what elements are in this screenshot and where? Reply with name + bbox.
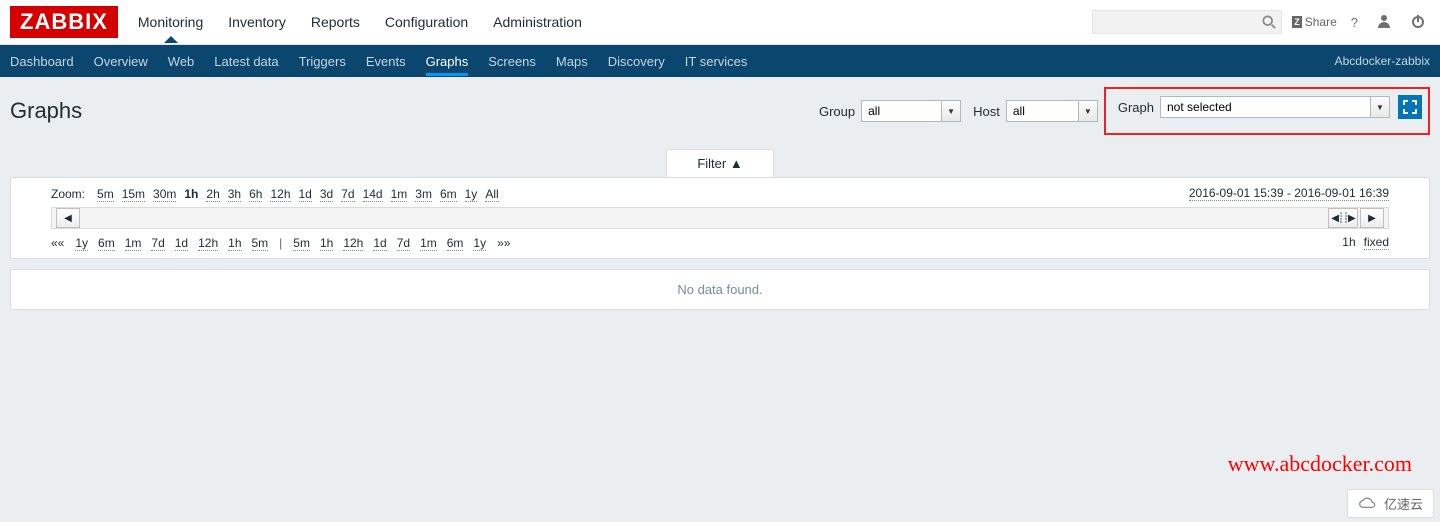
time-mode-toggle[interactable]: fixed [1364,235,1389,250]
subnav-graphs[interactable]: Graphs [426,47,469,76]
shift-row: «« 1y 6m 1m 7d 1d 12h 1h 5m | 5m 1h 12h 1d 7d 1m 6m 1y… [51,235,1389,250]
zoom-3h[interactable]: 3h [228,187,241,202]
search-icon [1262,15,1276,29]
zoom-12h[interactable]: 12h [270,187,290,202]
top-right-controls: ZShare ? [1092,9,1430,36]
shift-right-7d[interactable]: 7d [397,236,410,251]
filter-toggle-button[interactable]: Filter ▲ [666,149,773,177]
graph-select[interactable]: not selected [1160,96,1390,118]
zoom-label: Zoom: [51,187,85,201]
page-header-row: Graphs Group all Host all Graph not sele… [0,77,1440,145]
fullscreen-icon [1403,100,1417,114]
logo[interactable]: ZABBIX [10,6,118,38]
shift-left-1y[interactable]: 1y [75,236,88,251]
zoom-1m[interactable]: 1m [391,187,408,202]
zoom-1y[interactable]: 1y [465,187,478,202]
no-data-message: No data found. [10,269,1430,310]
zoom-6h[interactable]: 6h [249,187,262,202]
shift-right-5m[interactable]: 5m [293,236,310,251]
zoom-All[interactable]: All [485,187,498,202]
nav-monitoring[interactable]: Monitoring [138,2,203,42]
zoom-1d[interactable]: 1d [299,187,312,202]
current-zoom: 1h [1342,235,1355,250]
filter-toggle-bar: Filter ▲ [0,149,1440,177]
zoom-5m[interactable]: 5m [97,187,114,202]
shift-left-7d[interactable]: 7d [151,236,164,251]
shift-right-suffix: »» [497,236,510,250]
subnav-latest-data[interactable]: Latest data [214,47,278,76]
search-input[interactable] [1092,10,1282,34]
shift-right-1y[interactable]: 1y [473,236,486,251]
zoom-1h[interactable]: 1h [184,187,198,201]
shift-left-prefix: «« [51,236,64,250]
nav-inventory[interactable]: Inventory [228,2,286,42]
subnav-maps[interactable]: Maps [556,47,588,76]
zoom-3d[interactable]: 3d [320,187,333,202]
top-nav: Monitoring Inventory Reports Configurati… [138,2,1092,42]
shift-right-6m[interactable]: 6m [447,236,464,251]
sub-navbar: Dashboard Overview Web Latest data Trigg… [0,45,1440,77]
top-navbar: ZABBIX Monitoring Inventory Reports Conf… [0,0,1440,45]
nav-configuration[interactable]: Configuration [385,2,468,42]
corner-logo-text: 亿速云 [1384,494,1423,513]
zoom-6m[interactable]: 6m [440,187,457,202]
shift-left-1d[interactable]: 1d [175,236,188,251]
shift-right-1m[interactable]: 1m [420,236,437,251]
share-label: Share [1305,15,1337,29]
subnav-overview[interactable]: Overview [94,47,148,76]
zoom-14d[interactable]: 14d [363,187,383,202]
corner-logo: 亿速云 [1347,489,1434,518]
shift-right-1h[interactable]: 1h [320,236,333,251]
shift-left-1m[interactable]: 1m [125,236,142,251]
subnav-it-services[interactable]: IT services [685,47,748,76]
subnav-discovery[interactable]: Discovery [608,47,665,76]
server-name: Abcdocker-zabbix [1335,54,1430,68]
graph-label: Graph [1118,100,1154,115]
user-icon[interactable] [1372,9,1396,36]
zoom-7d[interactable]: 7d [341,187,354,202]
sub-nav-left: Dashboard Overview Web Latest data Trigg… [10,47,1335,76]
nav-reports[interactable]: Reports [311,2,360,42]
page-title: Graphs [10,98,813,124]
zoom-row: Zoom: 5m 15m 30m 1h 2h 3h 6h 12h 1d 3d 7d 14d 1m 3m 6m… [51,186,1389,201]
shift-right-12h[interactable]: 12h [343,236,363,251]
subnav-triggers[interactable]: Triggers [299,47,346,76]
time-nav-box: Zoom: 5m 15m 30m 1h 2h 3h 6h 12h 1d 3d 7d 14d 1m 3m 6m… [10,177,1430,259]
shift-left-1h[interactable]: 1h [228,236,241,251]
scroll-left-button[interactable]: ◀ [56,208,80,228]
subnav-events[interactable]: Events [366,47,406,76]
zoom-3m[interactable]: 3m [415,187,432,202]
share-button[interactable]: ZShare [1292,15,1337,29]
help-button[interactable]: ? [1347,11,1362,34]
graph-filter-highlight: Graph not selected [1104,87,1430,135]
host-select[interactable]: all [1006,100,1098,122]
zoom-15m[interactable]: 15m [122,187,145,202]
power-icon[interactable] [1406,9,1430,36]
group-select[interactable]: all [861,100,961,122]
group-label: Group [819,104,855,119]
nav-administration[interactable]: Administration [493,2,582,42]
scroll-handle-button[interactable]: ◀┊┊▶ [1328,208,1358,228]
shift-left-5m[interactable]: 5m [252,236,269,251]
subnav-dashboard[interactable]: Dashboard [10,47,74,76]
shift-separator: | [279,236,282,250]
shift-right-1d[interactable]: 1d [373,236,386,251]
filter-controls: Group all Host all Graph not selected [813,87,1430,135]
watermark: www.abcdocker.com [1228,451,1412,477]
fullscreen-button[interactable] [1398,95,1422,119]
subnav-web[interactable]: Web [168,47,195,76]
time-range[interactable]: 2016-09-01 15:39 - 2016-09-01 16:39 [1189,186,1389,201]
shift-left-6m[interactable]: 6m [98,236,115,251]
scroll-right-button[interactable]: ▶ [1360,208,1384,228]
shift-left-12h[interactable]: 12h [198,236,218,251]
subnav-screens[interactable]: Screens [488,47,536,76]
nav-arrow-strip: ◀ ◀┊┊▶ ▶ [51,207,1389,229]
host-label: Host [973,104,1000,119]
zoom-2h[interactable]: 2h [206,187,219,202]
zoom-30m[interactable]: 30m [153,187,176,202]
